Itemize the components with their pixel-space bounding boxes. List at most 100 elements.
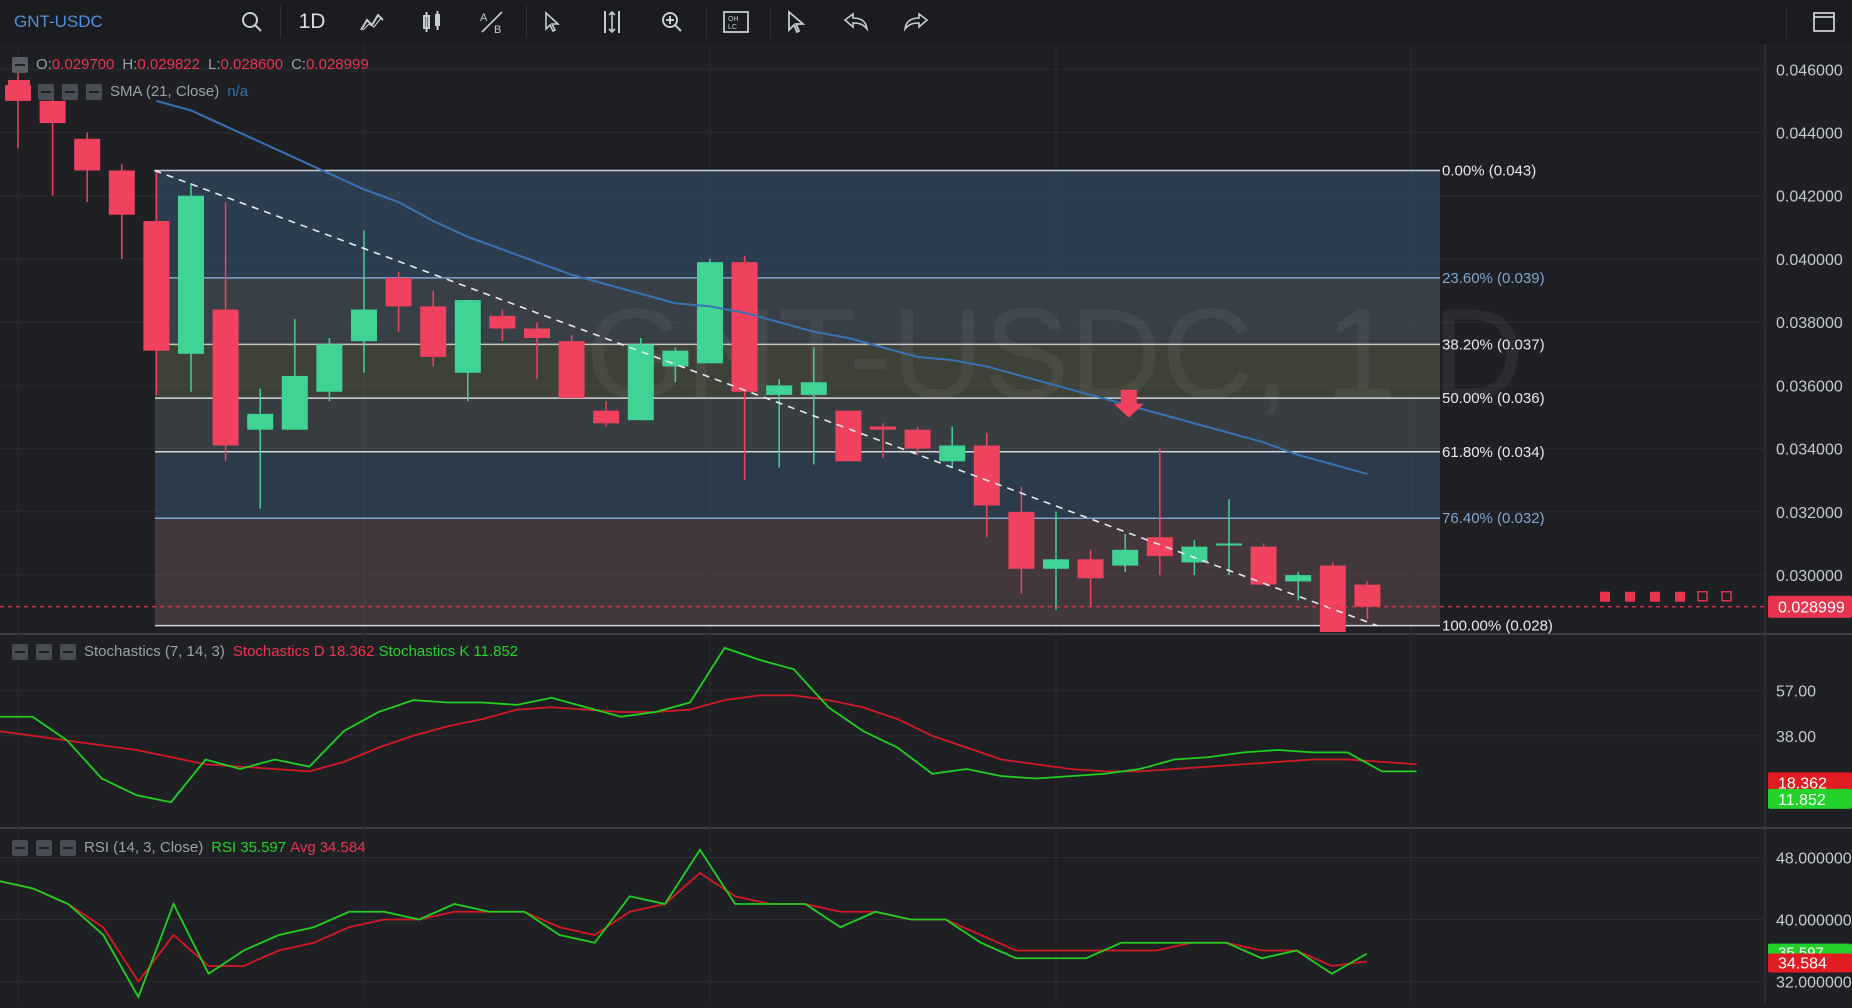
- low-value: 0.028600: [220, 56, 284, 73]
- fib-level-label: 61.80% (0.034): [1442, 444, 1545, 461]
- candle-body: [1008, 511, 1035, 569]
- candle-body: [904, 429, 931, 449]
- hide-icon[interactable]: [36, 839, 52, 856]
- stoch-d-label: Stochastics D: [232, 643, 325, 660]
- ohlc-icon[interactable]: OH LC: [710, 0, 762, 44]
- svg-text:A: A: [480, 12, 488, 24]
- price-axis-tick: 0.044000: [1776, 126, 1843, 143]
- stochastics-d-line: [0, 694, 1417, 773]
- marker-square: [1600, 591, 1610, 602]
- price-axis-tick: 0.030000: [1776, 568, 1843, 585]
- price-axis-tick: 0.032000: [1776, 505, 1843, 522]
- sma-value: n/a: [227, 83, 249, 100]
- gear-icon[interactable]: [60, 839, 76, 856]
- candle-body: [1146, 537, 1173, 557]
- candle-body: [1043, 559, 1069, 569]
- marker-square: [1625, 591, 1635, 602]
- visibility-icon[interactable]: [12, 643, 28, 660]
- candle-body: [662, 350, 689, 367]
- candle-body: [74, 138, 101, 171]
- candle-body: [316, 344, 343, 392]
- fib-zone: [155, 518, 1440, 626]
- rsi-line: [0, 848, 1368, 1000]
- gear-icon[interactable]: [86, 83, 102, 100]
- fullscreen-icon[interactable]: [1798, 0, 1850, 44]
- stoch-k-value: 11.852: [473, 643, 519, 660]
- symbol-label[interactable]: GNT-USDC: [14, 12, 103, 32]
- measure-icon[interactable]: [586, 0, 638, 44]
- stoch-d-value: 18.362: [328, 643, 375, 660]
- candle-body: [143, 221, 170, 351]
- candle-body: [800, 382, 827, 395]
- price-axis-tick: 0.036000: [1776, 378, 1843, 395]
- candle-body: [627, 344, 654, 421]
- chart-area[interactable]: 0.046000 0.044000 0.042000 0.040000 0.038000…: [0, 44, 1852, 1003]
- candle-type-icon[interactable]: [406, 0, 458, 44]
- redo-icon[interactable]: [890, 0, 942, 44]
- candle-body: [1112, 549, 1139, 566]
- fib-level-label: 100.00% (0.028): [1442, 618, 1553, 635]
- candle-body: [178, 195, 204, 354]
- fib-zone: [155, 451, 1440, 519]
- stochastics-legend: Stochastics (7, 14, 3) Stochastics D 18.…: [12, 643, 518, 660]
- search-icon[interactable]: [226, 0, 278, 44]
- symbol-watermark: GNT-USDC, 1 D: [586, 283, 1525, 426]
- collapse-legend-icon[interactable]: [12, 56, 28, 73]
- candle-body: [108, 170, 135, 215]
- candle-body: [454, 300, 481, 373]
- candle-body: [351, 309, 377, 342]
- candle-body: [697, 262, 723, 364]
- fib-zone: [155, 170, 1440, 278]
- sma-legend: SMA (21, Close) n/a: [38, 83, 248, 100]
- zoom-icon[interactable]: [646, 0, 698, 44]
- hide-icon[interactable]: [62, 83, 78, 100]
- price-axis-tick: 0.042000: [1776, 189, 1843, 206]
- rsi-avg-value: 34.584: [319, 839, 366, 856]
- stochastics-k-line: [0, 646, 1417, 804]
- gear-icon[interactable]: [60, 643, 76, 660]
- price-axis-tick: 0.046000: [1776, 62, 1843, 79]
- rsi-legend: RSI (14, 3, Close) RSI 35.597 Avg 34.584: [12, 839, 366, 856]
- candle-body: [1216, 543, 1242, 546]
- open-label: O:: [36, 56, 52, 73]
- visibility-icon[interactable]: [12, 839, 28, 856]
- hide-icon[interactable]: [36, 643, 52, 660]
- marker-square: [1650, 591, 1660, 602]
- visibility-icon[interactable]: [38, 83, 54, 100]
- fib-level-label: 0.00% (0.043): [1442, 162, 1536, 179]
- svg-text:B: B: [494, 24, 501, 34]
- candle-body: [8, 80, 30, 92]
- stochastics-axis-tick: 38.00: [1776, 729, 1816, 746]
- sma-label: SMA (21, Close): [110, 83, 220, 100]
- fib-level-label: 76.40% (0.032): [1442, 510, 1545, 527]
- rsi-axis-tick: 32.000000: [1776, 975, 1852, 992]
- candle-body: [939, 445, 966, 462]
- undo-icon[interactable]: [830, 0, 882, 44]
- open-value: 0.029700: [51, 56, 115, 73]
- arrow-tool-icon[interactable]: [770, 0, 822, 44]
- candle-body: [1354, 584, 1381, 607]
- timeframe-button[interactable]: 1D: [286, 0, 338, 44]
- low-label: L:: [208, 56, 221, 73]
- compare-icon[interactable]: AB: [466, 0, 518, 44]
- candle-body: [835, 410, 862, 462]
- rsi-axis-tick: 40.000000: [1776, 913, 1852, 930]
- rsi-value: 35.597: [240, 839, 287, 856]
- indicators-icon[interactable]: [346, 0, 398, 44]
- high-label: H:: [122, 56, 138, 73]
- candle-body: [524, 328, 550, 338]
- candle-body: [1250, 546, 1277, 585]
- price-axis-tick: 0.038000: [1776, 315, 1843, 332]
- candle-body: [420, 306, 447, 357]
- candle-body: [766, 385, 793, 395]
- cursor-icon[interactable]: [526, 0, 578, 44]
- svg-text:LC: LC: [728, 24, 737, 31]
- close-label: C:: [291, 56, 307, 73]
- candle-body: [281, 375, 308, 430]
- stoch-k-tag-value: 11.852: [1778, 792, 1826, 809]
- candle-body: [39, 100, 66, 124]
- rsi-avg-label: Avg: [290, 839, 316, 856]
- candle-body: [731, 262, 758, 392]
- candle-body: [558, 341, 585, 399]
- toolbar: GNT-USDC 1D AB OH LC: [0, 0, 1852, 45]
